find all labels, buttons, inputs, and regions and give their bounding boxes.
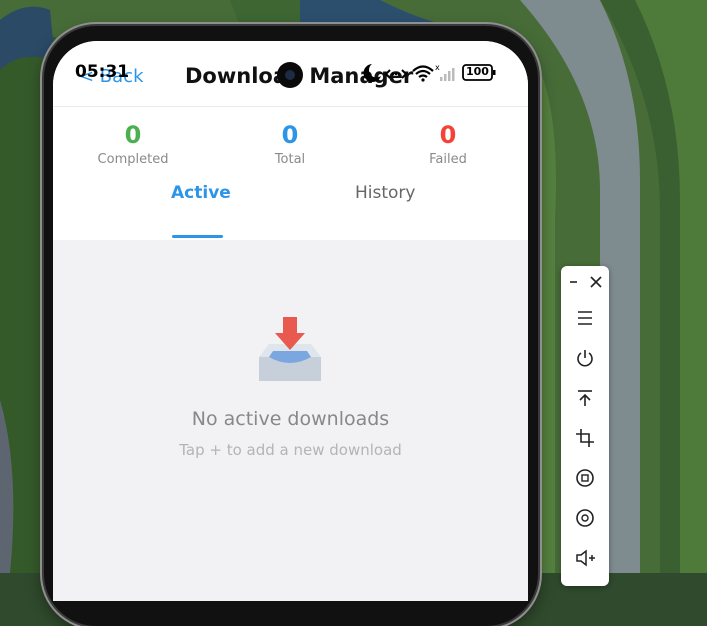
wifi-icon (412, 65, 434, 82)
stat-completed-label: Completed (97, 152, 169, 167)
battery-level: 100 (466, 65, 489, 78)
power-icon[interactable] (573, 346, 597, 370)
minimize-icon[interactable] (566, 274, 582, 290)
stat-failed-label: Failed (429, 152, 467, 167)
tab-active[interactable]: Active (171, 183, 231, 203)
download-tray-icon (259, 317, 321, 381)
app-screen: < Back Download Manager 05:31 x 100 0 Co… (53, 41, 528, 601)
status-time: 05:31 (75, 62, 130, 82)
menu-icon[interactable] (573, 306, 597, 330)
empty-state-subtitle: Tap + to add a new download (179, 441, 402, 459)
stats-panel: 0 Completed 0 Total 0 Failed Active Hist… (53, 107, 528, 240)
header-bar: < Back Download Manager 05:31 x 100 (53, 41, 528, 107)
floating-toolbar (561, 266, 609, 586)
stat-total-value: 0 (281, 121, 299, 149)
data-transfer-icon (384, 69, 408, 79)
stat-total-label: Total (274, 152, 306, 167)
cellular-signal-icon: x (435, 63, 455, 81)
active-tab-indicator (172, 235, 223, 238)
stat-completed: 0 Completed (73, 119, 193, 169)
moon-icon (363, 64, 381, 82)
front-camera (277, 62, 303, 88)
tab-history[interactable]: History (355, 183, 415, 203)
stat-total: 0 Total (230, 119, 350, 169)
close-icon[interactable] (588, 274, 604, 290)
rotate-icon[interactable] (573, 466, 597, 490)
screenshot-icon[interactable] (573, 506, 597, 530)
upload-icon[interactable] (573, 386, 597, 410)
stat-failed-value: 0 (439, 121, 457, 149)
volume-up-icon[interactable] (573, 546, 597, 570)
svg-text:x: x (435, 63, 440, 72)
stat-completed-value: 0 (124, 121, 142, 149)
status-icons: x (363, 63, 496, 82)
crop-icon[interactable] (573, 426, 597, 450)
stat-failed: 0 Failed (388, 119, 508, 169)
empty-state-title: No active downloads (191, 408, 390, 430)
